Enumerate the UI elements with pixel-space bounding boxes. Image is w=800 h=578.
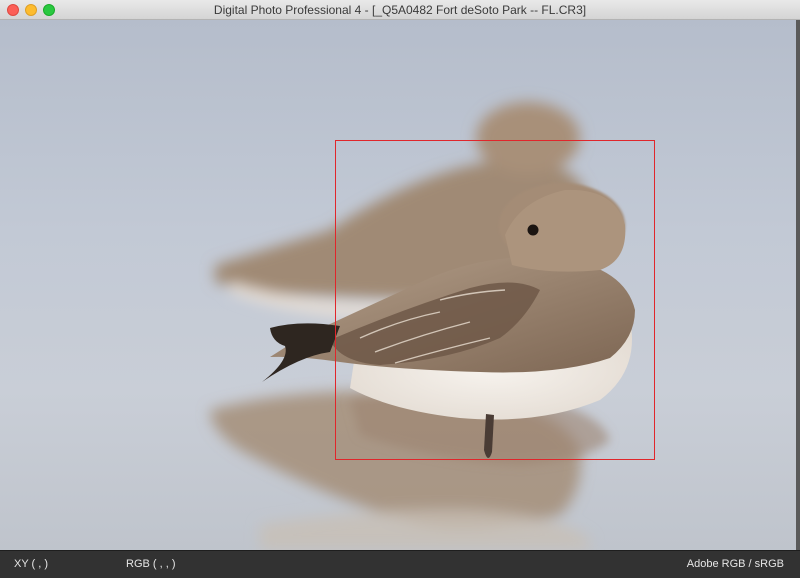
color-profile-label: Adobe RGB / sRGB xyxy=(686,558,784,570)
window-title: Digital Photo Professional 4 - [_Q5A0482… xyxy=(213,3,587,17)
close-window-button[interactable] xyxy=(7,4,19,16)
rgb-readout: RGB ( , , ) xyxy=(126,558,176,570)
viewer-edge xyxy=(796,20,800,550)
af-point-frame xyxy=(335,140,655,460)
xy-readout: XY ( , ) xyxy=(14,558,49,570)
image-viewer[interactable] xyxy=(0,20,800,550)
minimize-window-button[interactable] xyxy=(25,4,37,16)
maximize-window-button[interactable] xyxy=(43,4,55,16)
title-bar[interactable]: Digital Photo Professional 4 - [_Q5A0482… xyxy=(0,0,800,20)
status-bar: XY ( , ) RGB ( , , ) Adobe RGB / sRGB xyxy=(0,550,800,578)
